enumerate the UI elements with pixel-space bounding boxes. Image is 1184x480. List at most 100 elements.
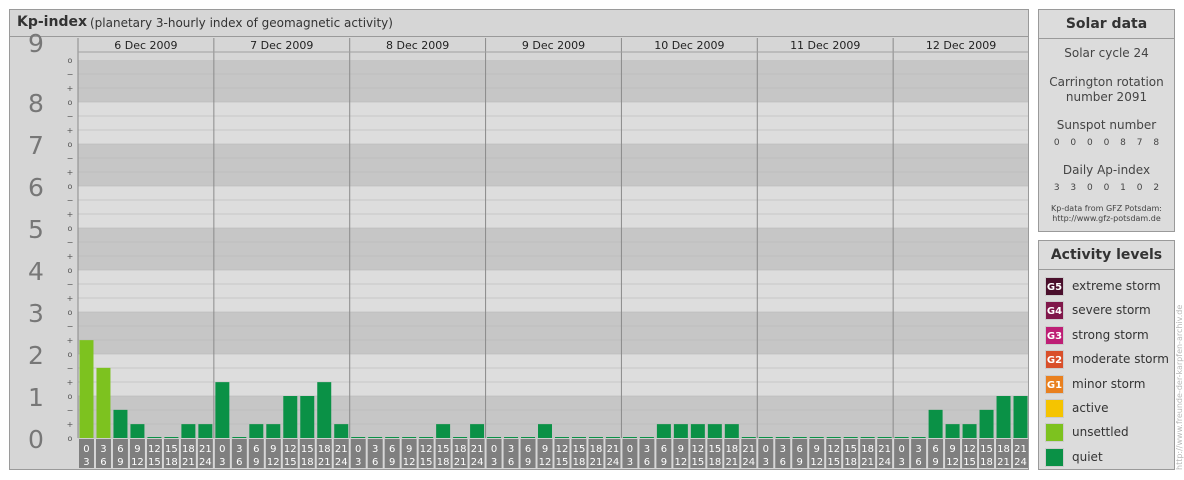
y-tick-label: 9 [28, 29, 44, 58]
kp-bar [724, 424, 739, 438]
interval-end-label: 6 [780, 457, 786, 468]
kp-band [78, 186, 1028, 228]
data-source-link[interactable]: http://www.gfz-potsdam.de [1039, 214, 1174, 224]
minor-tick-label: o [68, 350, 73, 359]
kp-bar [232, 437, 247, 438]
interval-start-label: 15 [301, 444, 314, 455]
interval-start-label: 3 [915, 444, 921, 455]
minor-tick-label: + [67, 84, 74, 93]
solar-data-title: Solar data [1039, 10, 1174, 39]
interval-end-label: 21 [997, 457, 1010, 468]
sunspot-value: 0 [1070, 138, 1077, 148]
interval-end-label: 3 [83, 457, 89, 468]
watermark-text: http://www.freunde-der-karpfen-archiv.de [1175, 304, 1184, 470]
kp-bar [419, 437, 434, 438]
sunspot-value: 0 [1053, 138, 1060, 148]
kp-bar [113, 409, 128, 438]
interval-end-label: 18 [980, 457, 993, 468]
interval-start-label: 0 [763, 444, 769, 455]
activity-level-moderate-storm: G2 moderate storm [1045, 350, 1170, 370]
minor-tick-label: − [67, 196, 74, 205]
interval-start-label: 6 [525, 444, 531, 455]
kp-band [78, 270, 1028, 312]
interval-start-label: 0 [219, 444, 225, 455]
kp-bar [385, 437, 400, 438]
interval-end-label: 3 [763, 457, 769, 468]
interval-end-label: 6 [372, 457, 378, 468]
kp-bar [843, 437, 858, 438]
kp-bar [453, 437, 468, 438]
activity-level-extreme-storm: G5 extreme storm [1045, 277, 1170, 297]
interval-end-label: 18 [844, 457, 857, 468]
solar-cycle: Solar cycle 24 [1064, 46, 1149, 60]
interval-end-label: 24 [335, 457, 348, 468]
minor-tick-label: − [67, 322, 74, 331]
minor-tick-label: o [68, 140, 73, 149]
kp-bar [470, 424, 485, 438]
interval-end-label: 12 [267, 457, 280, 468]
interval-start-label: 6 [661, 444, 667, 455]
interval-end-label: 18 [301, 457, 314, 468]
minor-tick-label: + [67, 294, 74, 303]
kp-bar [351, 437, 366, 438]
kp-bar [249, 424, 264, 438]
kp-bar [436, 424, 451, 438]
kp-bar [673, 424, 688, 438]
interval-end-label: 6 [915, 457, 921, 468]
level-swatch: G5 [1045, 277, 1064, 296]
interval-start-label: 9 [270, 444, 276, 455]
interval-end-label: 6 [508, 457, 514, 468]
interval-start-label: 12 [691, 444, 704, 455]
interval-end-label: 15 [420, 457, 433, 468]
interval-start-label: 12 [148, 444, 161, 455]
interval-start-label: 21 [742, 444, 755, 455]
interval-end-label: 3 [627, 457, 633, 468]
minor-tick-label: o [68, 266, 73, 275]
interval-start-label: 6 [253, 444, 259, 455]
interval-end-label: 21 [454, 457, 467, 468]
activity-level-quiet: quiet [1045, 447, 1170, 468]
interval-end-label: 12 [131, 457, 144, 468]
interval-end-label: 18 [437, 457, 450, 468]
minor-tick-label: o [68, 392, 73, 401]
ap-value: 1 [1120, 183, 1126, 193]
interval-end-label: 9 [389, 457, 395, 468]
minor-tick-label: + [67, 252, 74, 261]
interval-start-label: 6 [389, 444, 395, 455]
minor-tick-label: o [68, 434, 73, 443]
interval-start-label: 3 [508, 444, 514, 455]
kp-bar [571, 437, 586, 438]
level-label: unsettled [1072, 425, 1129, 440]
interval-start-label: 12 [420, 444, 433, 455]
interval-start-label: 15 [437, 444, 450, 455]
interval-start-label: 15 [980, 444, 993, 455]
interval-end-label: 24 [742, 457, 755, 468]
y-tick-label: 4 [28, 257, 44, 286]
interval-start-label: 18 [590, 444, 603, 455]
interval-start-label: 6 [797, 444, 803, 455]
interval-end-label: 15 [556, 457, 569, 468]
interval-end-label: 9 [253, 457, 259, 468]
level-label: strong storm [1072, 327, 1149, 342]
sunspot-value: 7 [1136, 138, 1143, 148]
interval-start-label: 0 [491, 444, 497, 455]
activity-level-severe-storm: G4 severe storm [1045, 301, 1170, 321]
kp-bar [962, 424, 977, 438]
interval-start-label: 18 [318, 444, 331, 455]
kp-bar [538, 424, 552, 438]
day-label: 10 Dec 2009 [654, 39, 724, 52]
interval-end-label: 3 [355, 457, 361, 468]
interval-start-label: 21 [1014, 444, 1027, 455]
interval-start-label: 15 [708, 444, 721, 455]
kp-bar [707, 424, 722, 438]
kp-bar [877, 437, 892, 438]
activity-level-unsettled: unsettled [1045, 423, 1170, 443]
interval-start-label: 12 [963, 444, 976, 455]
kp-bar [317, 382, 332, 438]
kp-bar [300, 396, 315, 438]
interval-start-label: 6 [932, 444, 938, 455]
activity-level-active: active [1045, 399, 1170, 419]
interval-start-label: 0 [355, 444, 361, 455]
interval-start-label: 18 [861, 444, 874, 455]
ap-value: 3 [1070, 183, 1077, 193]
